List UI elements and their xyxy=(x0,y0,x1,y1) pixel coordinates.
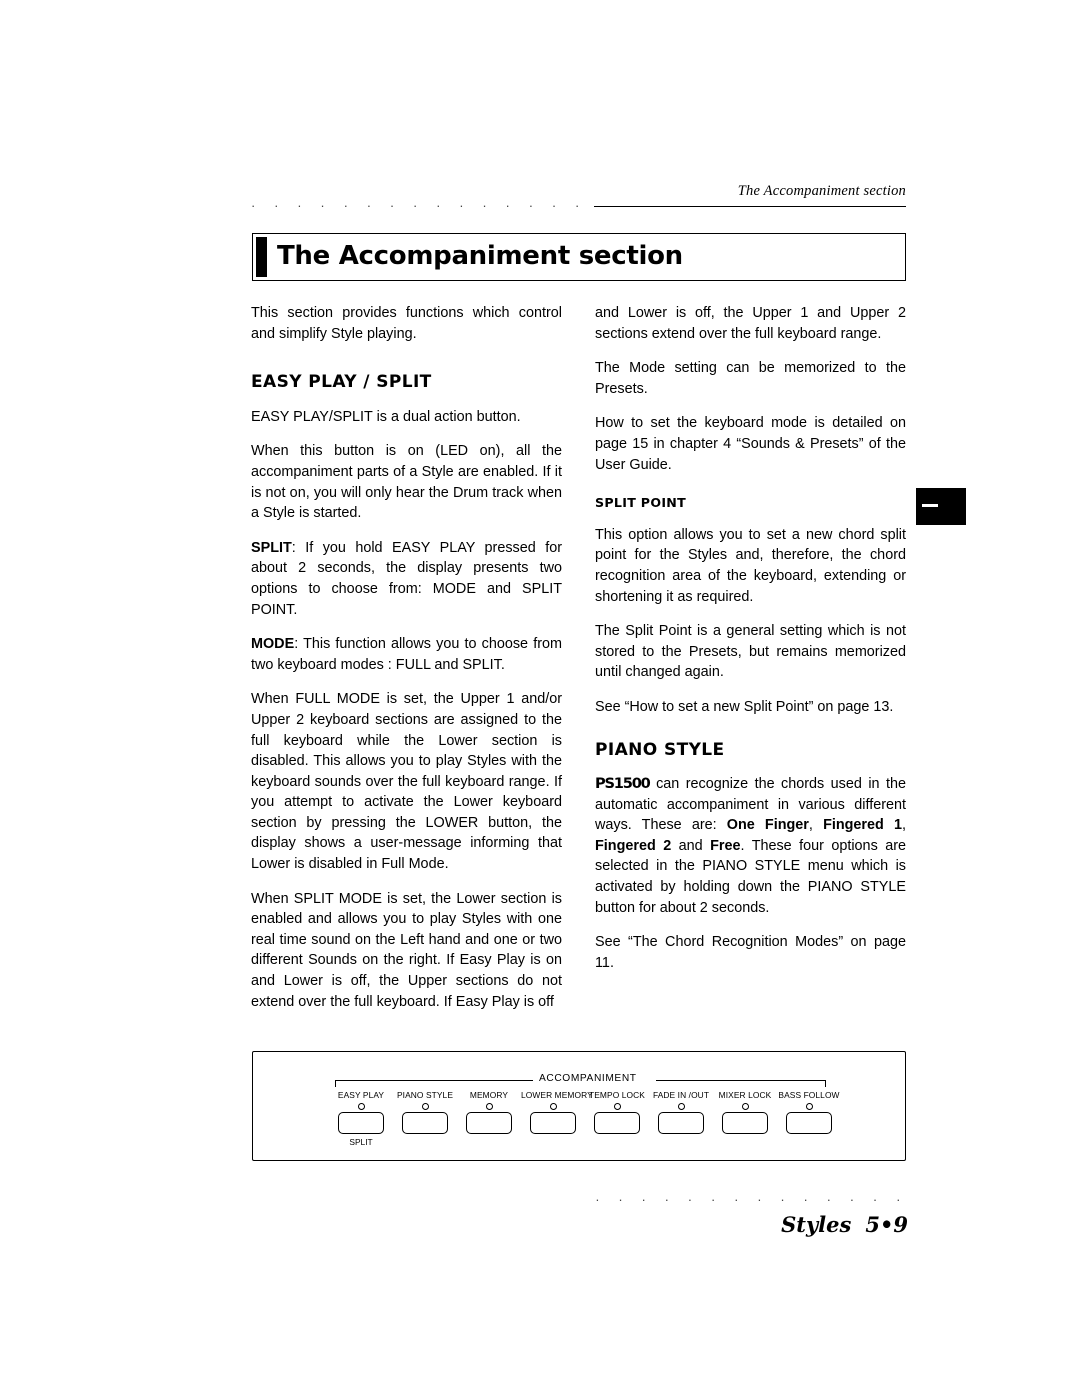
panel-button-group: EASY PLAY SPLIT PIANO STYLE MEMORY LOWER MEM… xyxy=(329,1090,841,1152)
paragraph-right-2: The Mode setting can be memorized to the… xyxy=(595,360,906,397)
panel-button-caption: LOWER MEMORY xyxy=(521,1090,593,1100)
panel-button-key[interactable] xyxy=(658,1112,704,1134)
header-rule-line xyxy=(594,206,906,207)
paragraph-split-mode: When SPLIT MODE is set, the Lower sectio… xyxy=(251,890,562,1010)
paragraph-right-8: See “The Chord Recognition Modes” on pag… xyxy=(595,934,906,971)
panel-button-caption: PIANO STYLE xyxy=(396,1090,454,1100)
panel-button-key[interactable] xyxy=(594,1112,640,1134)
page-title-box: The Accompaniment section xyxy=(252,233,906,281)
right-column: and Lower is off, the Upper 1 and Upper … xyxy=(595,303,906,987)
panel-button-caption: EASY PLAY xyxy=(337,1090,385,1100)
sep-3: and xyxy=(671,837,711,854)
paragraph-full-mode: When FULL MODE is set, the Upper 1 and/o… xyxy=(251,691,562,873)
panel-button-led-icon xyxy=(485,1103,493,1110)
paragraph-split-text: : If you hold EASY PLAY pressed for abou… xyxy=(251,539,562,618)
panel-button-led-icon xyxy=(421,1103,429,1110)
panel-button-lower-memory[interactable]: LOWER MEMORY xyxy=(521,1090,593,1134)
sep-1: , xyxy=(808,817,824,834)
chord-mode-fingered-1: Fingered 1 xyxy=(823,817,902,834)
footer-dot-rule: · · · · · · · · · · · · · · · · · · · · xyxy=(596,1194,908,1206)
panel-button-led-icon xyxy=(613,1103,621,1110)
heading-split-point: SPLIT POINT xyxy=(595,495,687,511)
panel-inner: ACCOMPANIMENT EASY PLAY SPLIT PIANO STYLE M… xyxy=(253,1052,905,1160)
accompaniment-panel-illustration: ACCOMPANIMENT EASY PLAY SPLIT PIANO STYLE M… xyxy=(252,1051,906,1161)
panel-button-caption: FADE IN /OUT xyxy=(652,1090,710,1100)
panel-button-easy-play[interactable]: EASY PLAY SPLIT xyxy=(329,1090,393,1147)
panel-button-mixer-lock[interactable]: MIXER LOCK xyxy=(713,1090,777,1134)
product-name: PS1500 xyxy=(595,775,651,793)
panel-button-led-icon xyxy=(677,1103,685,1110)
panel-button-bass-follow[interactable]: BASS FOLLOW xyxy=(777,1090,841,1134)
panel-button-key[interactable] xyxy=(722,1112,768,1134)
panel-button-led-icon xyxy=(805,1103,813,1110)
chord-mode-one-finger: One Finger xyxy=(726,817,809,834)
heading-piano-style: PIANO STYLE xyxy=(595,739,725,760)
panel-bracket-left xyxy=(335,1080,533,1081)
chord-mode-free: Free xyxy=(710,837,741,854)
panel-button-fade-in-out[interactable]: FADE IN /OUT xyxy=(649,1090,713,1134)
running-header: The Accompaniment section xyxy=(737,183,906,199)
panel-button-led-icon xyxy=(741,1103,749,1110)
footer-label: Styles xyxy=(781,1212,852,1237)
paragraph-right-3: How to set the keyboard mode is detailed… xyxy=(595,415,906,473)
sep-2: , xyxy=(902,817,906,834)
paragraph-piano-style: PS1500 can recognize the chords used in … xyxy=(595,774,906,918)
document-page: The Accompaniment section · · · · · · · … xyxy=(0,0,1080,1397)
panel-button-key[interactable] xyxy=(786,1112,832,1134)
panel-button-led-icon xyxy=(549,1103,557,1110)
footer-page-number: 5•9 xyxy=(865,1212,908,1237)
panel-button-key[interactable] xyxy=(530,1112,576,1134)
panel-button-piano-style[interactable]: PIANO STYLE xyxy=(393,1090,457,1134)
panel-button-key[interactable] xyxy=(338,1112,384,1134)
paragraph-right-6: See “How to set a new Split Point” on pa… xyxy=(595,698,894,715)
paragraph-right-4: This option allows you to set a new chor… xyxy=(595,526,906,605)
panel-button-key[interactable] xyxy=(402,1112,448,1134)
header-dot-rule: · · · · · · · · · · · · · · · · · · · · … xyxy=(251,200,596,212)
paragraph-split: SPLIT: If you hold EASY PLAY pressed for… xyxy=(251,538,562,620)
panel-button-tempo-lock[interactable]: TEMPO LOCK xyxy=(585,1090,649,1134)
panel-button-memory[interactable]: MEMORY xyxy=(457,1090,521,1134)
chord-mode-fingered-2: Fingered 2 xyxy=(595,837,672,854)
paragraph-mode-text: : This function allows you to choose fro… xyxy=(251,636,562,673)
paragraph-easy-play-1: EASY PLAY/SPLIT is a dual action button. xyxy=(251,408,521,425)
paragraph-right-1: and Lower is off, the Upper 1 and Upper … xyxy=(595,305,906,342)
footer-page-marker: Styles 5•9 xyxy=(596,1212,908,1237)
paragraph-intro: This section provides functions which co… xyxy=(251,305,562,342)
chapter-edge-tab-notch xyxy=(922,504,938,507)
panel-section-label: ACCOMPANIMENT xyxy=(534,1073,642,1084)
title-accent-bar xyxy=(256,237,267,277)
paragraph-easy-play-2: When this button is on (LED on), all the… xyxy=(251,443,562,522)
panel-button-caption: TEMPO LOCK xyxy=(589,1090,645,1100)
panel-button-caption: MEMORY xyxy=(469,1090,509,1100)
panel-button-sublabel: SPLIT xyxy=(349,1137,373,1147)
panel-bracket-tick-right xyxy=(825,1080,826,1087)
label-mode: MODE xyxy=(251,636,295,653)
panel-bracket-tick-left xyxy=(335,1080,336,1087)
label-split: SPLIT xyxy=(251,539,292,556)
paragraph-mode: MODE: This function allows you to choose… xyxy=(251,634,562,675)
heading-easy-play-split: EASY PLAY / SPLIT xyxy=(251,372,432,393)
paragraph-right-5: The Split Point is a general setting whi… xyxy=(595,623,906,681)
panel-button-led-icon xyxy=(357,1103,365,1110)
panel-bracket-right xyxy=(656,1080,826,1081)
panel-button-key[interactable] xyxy=(466,1112,512,1134)
panel-button-caption: BASS FOLLOW xyxy=(778,1090,840,1100)
panel-button-caption: MIXER LOCK xyxy=(718,1090,772,1100)
left-column: This section provides functions which co… xyxy=(251,303,562,1026)
page-title: The Accompaniment section xyxy=(277,241,683,271)
